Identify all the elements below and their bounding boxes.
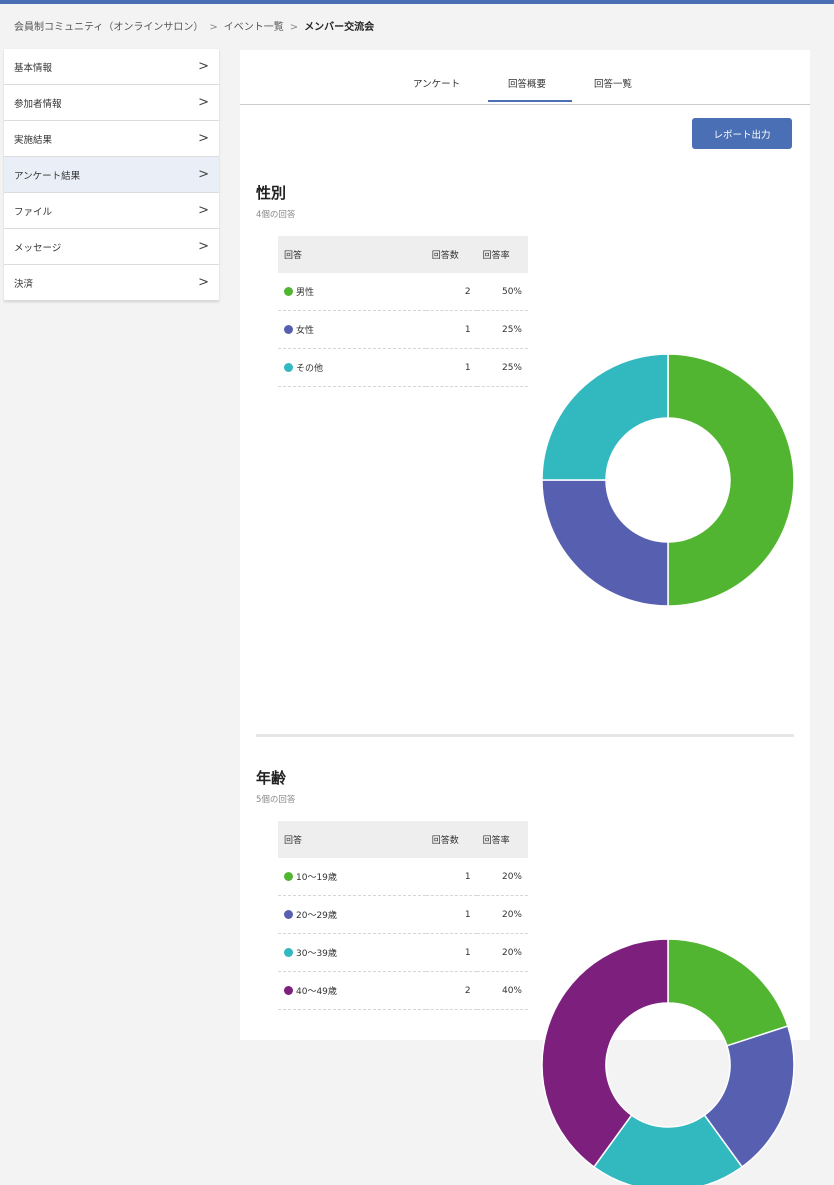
answer-rate: 25%	[476, 348, 528, 387]
sidebar: 基本情報 > 参加者情報 > 実施結果 > アンケート結果 > ファイル > メッセージ >…	[4, 49, 219, 301]
gender-response-table: 回答 回答数 回答率 男性 2 50% 女性 1 25% その他 1 25%	[278, 236, 528, 387]
sidebar-item-label: ファイル	[14, 206, 53, 218]
donut-slice-1	[667, 938, 789, 1047]
table-row: 40～49歳 2 40%	[278, 971, 528, 1010]
donut-slice-3	[541, 353, 669, 481]
header-answer: 回答	[278, 821, 426, 858]
answer-rate: 20%	[476, 858, 528, 896]
header-count: 回答数	[425, 236, 477, 273]
answer-label: その他	[296, 364, 324, 374]
tab-bar: アンケート 回答概要 回答一覧	[240, 50, 810, 105]
header-count: 回答数	[425, 821, 477, 858]
answer-count: 1	[425, 895, 477, 934]
top-accent-bar	[0, 0, 834, 4]
answer-label: 40～49歳	[296, 987, 337, 997]
legend-dot-icon	[284, 986, 293, 995]
header-rate: 回答率	[476, 236, 528, 273]
age-response-count: 5個の回答	[256, 795, 296, 805]
legend-dot-icon	[284, 872, 293, 881]
answer-count: 2	[425, 273, 477, 311]
tab-response-list[interactable]: 回答一覧	[594, 76, 632, 90]
answer-count: 1	[425, 858, 477, 896]
gender-response-count: 4個の回答	[256, 210, 296, 220]
answer-rate: 50%	[476, 273, 528, 311]
sidebar-item-results[interactable]: 実施結果 >	[4, 121, 219, 157]
answer-label: 20～29歳	[296, 911, 337, 921]
table-row: 男性 2 50%	[278, 273, 528, 311]
sidebar-item-label: メッセージ	[14, 242, 62, 254]
breadcrumb: 会員制コミュニティ（オンラインサロン） > イベント一覧 > メンバー交流会	[14, 18, 374, 33]
donut-slice-1	[667, 353, 795, 607]
answer-count: 1	[425, 933, 477, 972]
chevron-right-icon: >	[198, 167, 209, 182]
table-row: 10～19歳 1 20%	[278, 858, 528, 896]
report-export-button[interactable]: レポート出力	[692, 118, 792, 149]
legend-dot-icon	[284, 910, 293, 919]
legend-dot-icon	[284, 363, 293, 372]
answer-rate: 25%	[476, 310, 528, 349]
donut-slice-2	[541, 479, 669, 607]
table-row: 30～39歳 1 20%	[278, 933, 528, 972]
table-row: その他 1 25%	[278, 348, 528, 387]
chevron-right-icon: >	[198, 239, 209, 254]
sidebar-item-payment[interactable]: 決済 >	[4, 265, 219, 301]
header-rate: 回答率	[476, 821, 528, 858]
sidebar-item-label: 基本情報	[14, 62, 53, 74]
breadcrumb-current: メンバー交流会	[304, 22, 375, 33]
answer-rate: 40%	[476, 971, 528, 1010]
breadcrumb-separator: >	[209, 22, 218, 33]
answer-count: 1	[425, 310, 477, 349]
section-divider	[256, 734, 794, 737]
breadcrumb-link-events[interactable]: イベント一覧	[224, 22, 284, 33]
gender-donut-chart	[541, 353, 795, 607]
header-answer: 回答	[278, 236, 426, 273]
age-donut-chart	[541, 938, 795, 1185]
answer-label: 男性	[296, 288, 315, 298]
answer-label: 女性	[296, 326, 315, 336]
breadcrumb-separator: >	[289, 22, 299, 33]
sidebar-item-participants[interactable]: 参加者情報 >	[4, 85, 219, 121]
gender-section-title: 性別	[256, 184, 287, 202]
sidebar-item-label: アンケート結果	[14, 170, 81, 182]
chevron-right-icon: >	[198, 95, 209, 110]
table-header-row: 回答 回答数 回答率	[278, 236, 528, 273]
age-response-table: 回答 回答数 回答率 10～19歳 1 20% 20～29歳 1 20% 30～…	[278, 821, 528, 1010]
answer-count: 2	[425, 971, 477, 1010]
sidebar-item-messages[interactable]: メッセージ >	[4, 229, 219, 265]
sidebar-item-label: 実施結果	[14, 134, 53, 146]
tab-survey[interactable]: アンケート	[413, 76, 460, 90]
chevron-right-icon: >	[198, 131, 209, 146]
sidebar-item-survey-results[interactable]: アンケート結果 >	[4, 157, 219, 193]
table-header-row: 回答 回答数 回答率	[278, 821, 528, 858]
legend-dot-icon	[284, 287, 293, 296]
answer-rate: 20%	[476, 895, 528, 934]
answer-label: 30～39歳	[296, 949, 337, 959]
table-row: 女性 1 25%	[278, 310, 528, 349]
sidebar-item-label: 参加者情報	[14, 98, 62, 110]
main-panel: アンケート 回答概要 回答一覧 レポート出力 性別 4個の回答 回答 回答数 回…	[240, 50, 810, 1185]
sidebar-item-basic-info[interactable]: 基本情報 >	[4, 49, 219, 85]
chevron-right-icon: >	[198, 275, 209, 290]
sidebar-item-files[interactable]: ファイル >	[4, 193, 219, 229]
answer-rate: 20%	[476, 933, 528, 972]
sidebar-item-label: 決済	[14, 278, 34, 290]
breadcrumb-link-community[interactable]: 会員制コミュニティ（オンラインサロン）	[14, 22, 203, 33]
chevron-right-icon: >	[198, 203, 209, 218]
legend-dot-icon	[284, 325, 293, 334]
chevron-right-icon: >	[198, 59, 209, 74]
age-section-title: 年齢	[256, 769, 287, 787]
table-row: 20～29歳 1 20%	[278, 895, 528, 934]
active-tab-indicator	[488, 100, 572, 102]
tab-summary[interactable]: 回答概要	[508, 76, 546, 90]
answer-count: 1	[425, 348, 477, 387]
answer-label: 10～19歳	[296, 873, 337, 883]
legend-dot-icon	[284, 948, 293, 957]
